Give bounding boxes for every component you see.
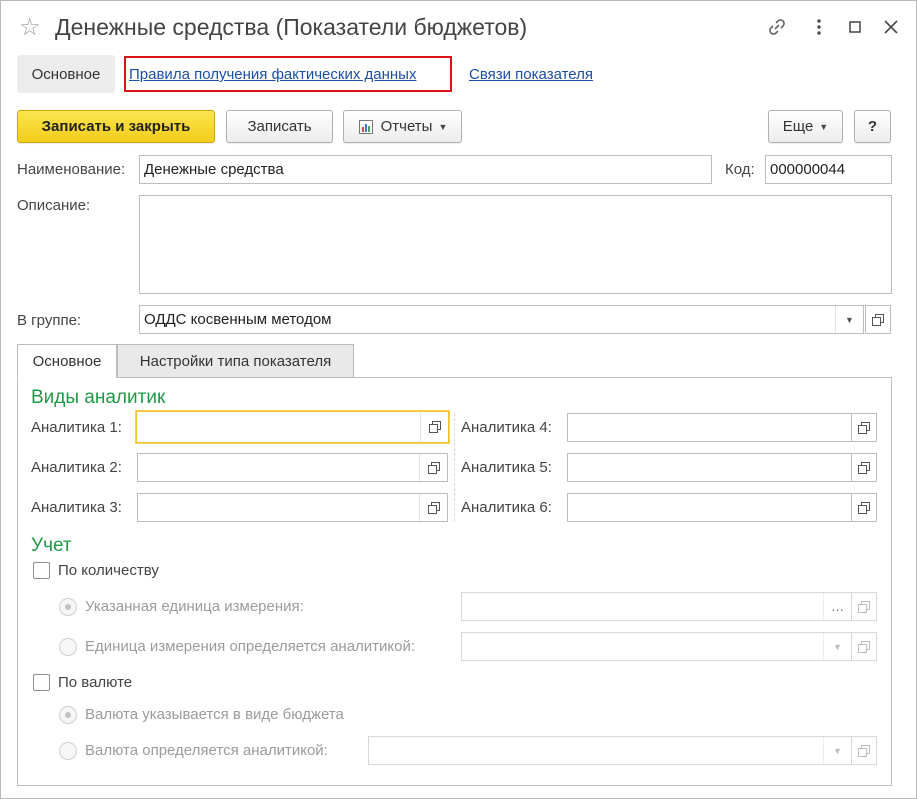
currency-in-budget-type-radio[interactable] [59, 706, 77, 724]
nav-main[interactable]: Основное [17, 55, 115, 93]
open-icon[interactable] [851, 592, 877, 621]
report-icon [358, 119, 374, 135]
currency-analytics-field[interactable]: ▼ [368, 736, 852, 765]
select-ellipsis-icon[interactable]: ... [823, 593, 851, 620]
open-icon[interactable] [851, 413, 877, 442]
more-vertical-icon[interactable] [807, 15, 831, 39]
nav-link-actual-data-rules[interactable]: Правила получения фактических данных [129, 66, 416, 83]
name-field[interactable]: Денежные средства [139, 155, 712, 184]
tab-main[interactable]: Основное [17, 344, 117, 378]
help-button[interactable]: ? [854, 110, 891, 143]
title-bar: ☆ Денежные средства (Показатели бюджетов… [1, 1, 916, 53]
group-field[interactable]: ОДДС косвенным методом ▼ [139, 305, 864, 334]
analytics-2-field[interactable] [137, 453, 448, 482]
dropdown-arrow-icon[interactable]: ▼ [835, 306, 863, 333]
unit-by-analytics-radio[interactable] [59, 638, 77, 656]
dropdown-arrow-icon[interactable]: ▼ [823, 633, 851, 660]
form-window: ☆ Денежные средства (Показатели бюджетов… [0, 0, 917, 799]
analytics-3-field[interactable] [137, 493, 448, 522]
accounting-section-title: Учет [31, 535, 72, 556]
analytics-5-field[interactable] [567, 453, 852, 482]
name-label: Наименование: [17, 161, 126, 178]
analytics-6-label: Аналитика 6: [461, 499, 552, 516]
analytics-section-title: Виды аналитик [31, 387, 166, 408]
analytics-5-label: Аналитика 5: [461, 459, 552, 476]
by-currency-label: По валюте [58, 674, 133, 691]
analytics-1-label: Аналитика 1: [31, 419, 122, 436]
column-divider [454, 413, 455, 521]
by-quantity-label: По количеству [58, 562, 159, 579]
unit-specified-radio[interactable] [59, 598, 77, 616]
maximize-icon[interactable] [843, 15, 867, 39]
group-label: В группе: [17, 312, 82, 329]
by-quantity-checkbox[interactable] [33, 562, 50, 579]
currency-in-budget-type-label: Валюта указывается в виде бюджета [85, 706, 344, 723]
tab-indicator-type-settings[interactable]: Настройки типа показателя [117, 344, 354, 378]
analytics-4-field[interactable] [567, 413, 852, 442]
description-field[interactable] [139, 195, 892, 294]
more-button-label: Еще [782, 118, 814, 135]
open-icon[interactable] [851, 632, 877, 661]
open-icon[interactable] [420, 412, 448, 442]
window-title: Денежные средства (Показатели бюджетов) [55, 14, 528, 40]
reports-button-label: Отчеты [380, 118, 433, 135]
open-icon[interactable] [851, 453, 877, 482]
code-field[interactable]: 000000044 [765, 155, 892, 184]
reports-button[interactable]: Отчеты ▼ [343, 110, 462, 143]
unit-analytics-field[interactable]: ▼ [461, 632, 852, 661]
open-icon[interactable] [851, 736, 877, 765]
chevron-down-icon: ▼ [819, 121, 829, 132]
link-icon[interactable] [765, 15, 789, 39]
analytics-6-field[interactable] [567, 493, 852, 522]
close-icon[interactable] [879, 15, 903, 39]
nav-link-indicator-links[interactable]: Связи показателя [469, 66, 593, 83]
unit-specified-label: Указанная единица измерения: [85, 598, 304, 615]
save-button[interactable]: Записать [226, 110, 333, 143]
description-label: Описание: [17, 197, 91, 214]
currency-by-analytics-label: Валюта определяется аналитикой: [85, 742, 328, 759]
open-icon[interactable] [851, 493, 877, 522]
open-icon[interactable] [419, 454, 447, 481]
analytics-3-label: Аналитика 3: [31, 499, 122, 516]
analytics-1-field[interactable] [136, 411, 449, 443]
analytics-4-label: Аналитика 4: [461, 419, 552, 436]
unit-by-analytics-label: Единица измерения определяется аналитико… [85, 638, 416, 655]
unit-field[interactable]: ... [461, 592, 852, 621]
analytics-2-label: Аналитика 2: [31, 459, 122, 476]
chevron-down-icon: ▼ [438, 121, 448, 132]
favorite-star-icon[interactable]: ☆ [19, 13, 41, 42]
currency-by-analytics-radio[interactable] [59, 742, 77, 760]
save-and-close-button[interactable]: Записать и закрыть [17, 110, 215, 143]
more-button[interactable]: Еще ▼ [768, 110, 843, 143]
open-icon[interactable] [419, 494, 447, 521]
code-label: Код: [725, 161, 755, 178]
open-icon[interactable] [865, 305, 891, 334]
group-value: ОДДС косвенным методом [144, 311, 332, 328]
by-currency-checkbox[interactable] [33, 674, 50, 691]
dropdown-arrow-icon[interactable]: ▼ [823, 737, 851, 764]
